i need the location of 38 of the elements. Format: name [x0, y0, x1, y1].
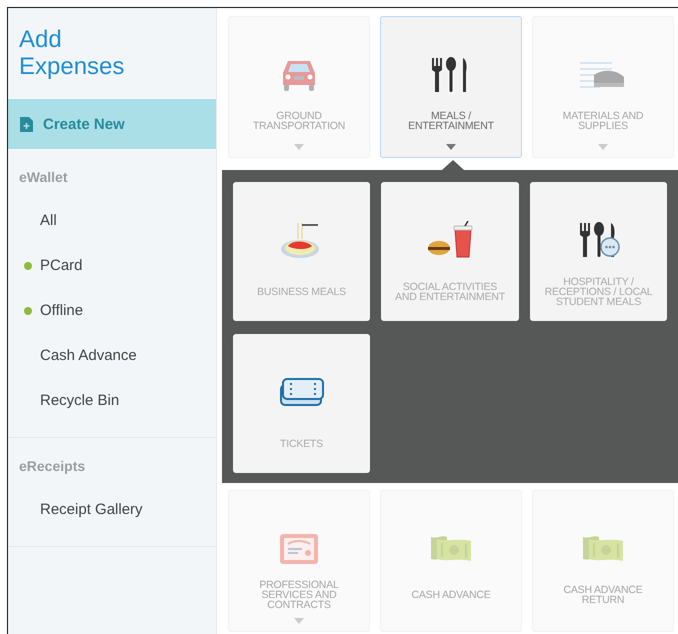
page-title: Add Expenses — [18, 25, 126, 82]
category-label: PROFESSIONAL SERVICES AND CONTRACTS — [258, 578, 340, 612]
create-new-button[interactable]: Create New — [8, 99, 216, 149]
category-label: MEALS / ENTERTAINMENT — [407, 108, 495, 134]
burger-drink-icon — [427, 221, 473, 259]
subcategory-label: HOSPITALITY / RECEPTIONS / LOCAL STUDENT MEALS — [544, 274, 654, 310]
subcategory-tile[interactable]: SOCIAL ACTIVITIES AND ENTERTAINMENT — [381, 182, 519, 321]
subcategory-label: TICKETS — [279, 436, 324, 452]
money-icon — [429, 535, 473, 563]
subcategory-label: SOCIAL ACTIVITIES AND ENTERTAINMENT — [394, 280, 506, 304]
new-document-icon — [20, 116, 33, 132]
sidebar-item[interactable]: Recycle Bin — [40, 392, 120, 409]
sidebar-item[interactable]: Receipt Gallery — [40, 501, 143, 518]
certificate-icon — [279, 533, 319, 565]
category-tile[interactable]: PROFESSIONAL SERVICES AND CONTRACTS — [228, 490, 370, 632]
sidebar-item[interactable]: Offline — [40, 302, 84, 319]
subcategory-tile[interactable]: BUSINESS MEALS — [233, 182, 370, 321]
stapler-icon — [580, 61, 626, 89]
category-tile[interactable]: CASH ADVANCE — [380, 490, 522, 632]
category-tile[interactable]: MATERIALS AND SUPPLIES — [532, 16, 674, 158]
category-tile[interactable]: GROUND TRANSPORTATION — [228, 16, 370, 158]
sidebar-item[interactable]: PCard — [40, 257, 83, 274]
category-tile[interactable]: CASH ADVANCE RETURN — [532, 490, 674, 632]
category-label: GROUND TRANSPORTATION — [252, 108, 346, 134]
section-heading: eWallet — [18, 169, 68, 187]
category-label: CASH ADVANCE — [410, 588, 492, 602]
sidebar-item[interactable]: Cash Advance — [40, 347, 137, 364]
section-heading: eReceipts — [18, 458, 86, 476]
category-tile[interactable]: MEALS / ENTERTAINMENT — [380, 16, 522, 158]
subcategory-label: BUSINESS MEALS — [256, 284, 347, 300]
cutlery-chat-icon — [578, 221, 620, 259]
subcategory-tile[interactable]: TICKETS — [233, 334, 370, 473]
category-label: MATERIALS AND SUPPLIES — [562, 108, 644, 134]
category-label: CASH ADVANCE RETURN — [562, 582, 644, 608]
money-icon — [581, 535, 625, 563]
sidebar-item[interactable]: All — [40, 212, 57, 229]
ticket-icon — [280, 377, 324, 407]
subcategory-tile[interactable]: HOSPITALITY / RECEPTIONS / LOCAL STUDENT MEALS — [530, 182, 667, 321]
